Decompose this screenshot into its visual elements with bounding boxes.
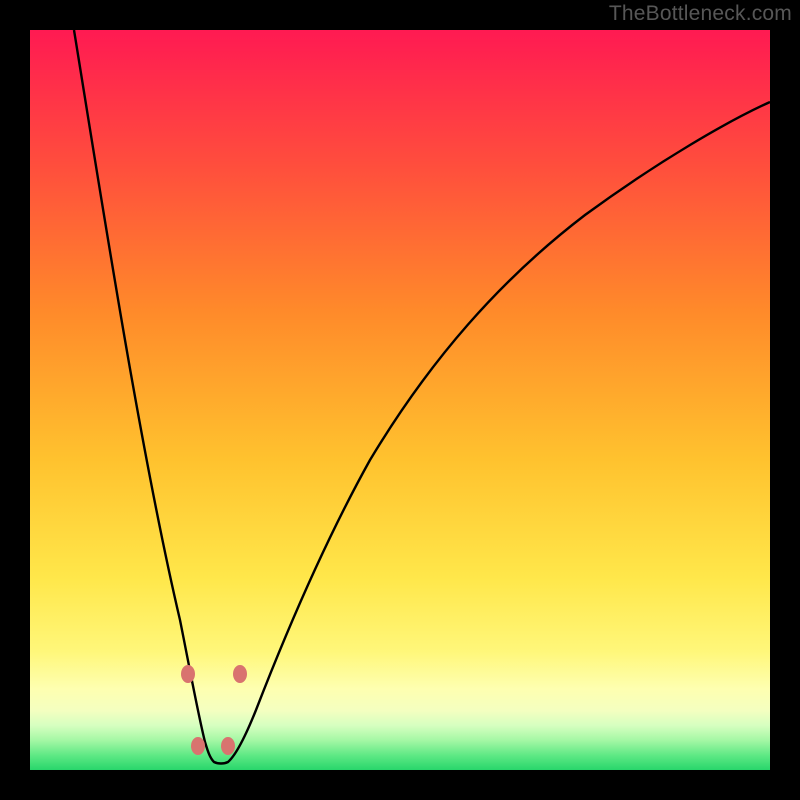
curve-marker (221, 737, 235, 755)
curve-marker (181, 665, 195, 683)
watermark-text: TheBottleneck.com (609, 2, 792, 26)
curve-marker (233, 665, 247, 683)
plot-area (30, 30, 770, 770)
curve-marker (191, 737, 205, 755)
chart-frame: TheBottleneck.com (0, 0, 800, 800)
bottleneck-curve (30, 30, 770, 770)
